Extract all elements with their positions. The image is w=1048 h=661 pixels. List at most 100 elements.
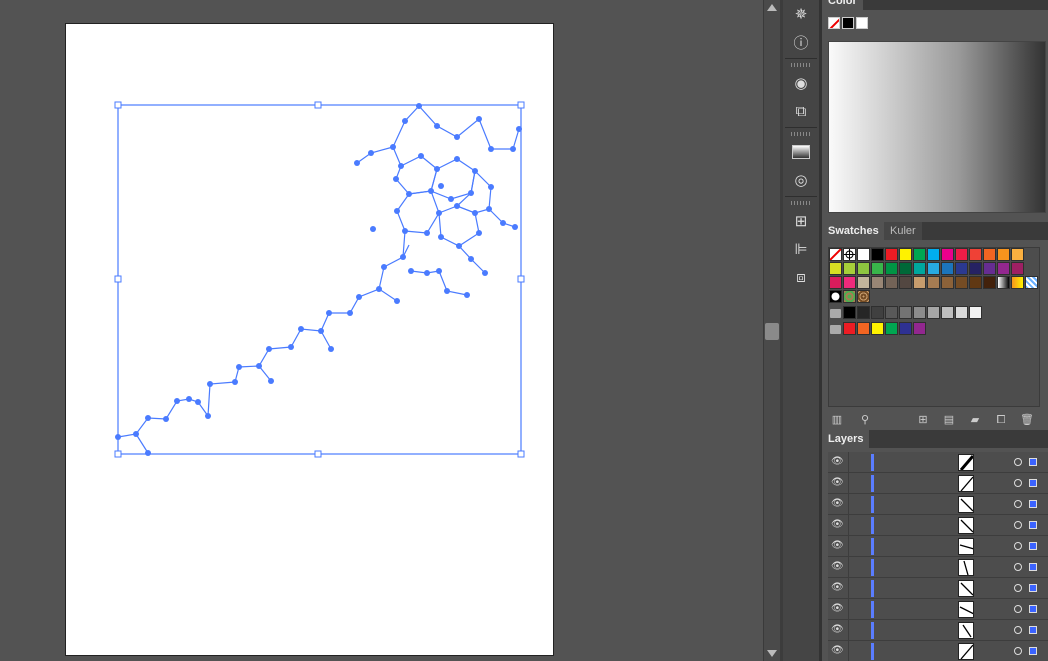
swatch[interactable] <box>885 306 898 319</box>
selection-indicator[interactable] <box>1029 647 1037 655</box>
swatch[interactable] <box>955 276 968 289</box>
lock-toggle[interactable] <box>848 557 849 578</box>
target-circle-icon[interactable] <box>1014 626 1022 634</box>
swatch[interactable] <box>871 262 884 275</box>
visibility-eye-icon[interactable]: 👁 <box>831 583 844 593</box>
color-panel-tab[interactable]: Color <box>822 0 863 10</box>
color-group-folder-icon[interactable] <box>830 325 841 334</box>
selection-indicator[interactable] <box>1029 626 1037 634</box>
swatch[interactable] <box>829 276 842 289</box>
swatch[interactable] <box>1011 276 1024 289</box>
swatch[interactable] <box>997 248 1010 261</box>
visibility-eye-icon[interactable]: 👁 <box>831 604 844 614</box>
scroll-thumb[interactable] <box>765 323 779 340</box>
lock-toggle[interactable] <box>848 452 849 473</box>
swatch[interactable] <box>843 276 856 289</box>
swatch[interactable] <box>857 248 870 261</box>
canvas-vertical-scrollbar[interactable] <box>763 0 781 661</box>
visibility-eye-icon[interactable]: 👁 <box>831 625 844 635</box>
info-icon[interactable]: ⓘ <box>789 31 813 53</box>
lock-toggle[interactable] <box>848 515 849 536</box>
swatch[interactable] <box>871 276 884 289</box>
target-circle-icon[interactable] <box>1014 521 1022 529</box>
target-circle-icon[interactable] <box>1014 458 1022 466</box>
layer-row[interactable]: 👁 <box>828 557 1048 578</box>
visibility-eye-icon[interactable]: 👁 <box>831 646 844 656</box>
swatch[interactable] <box>829 290 842 303</box>
layer-row[interactable]: 👁 <box>828 578 1048 599</box>
transparency-icon[interactable]: ◎ <box>789 169 813 191</box>
target-circle-icon[interactable] <box>1014 647 1022 655</box>
swatch[interactable] <box>1011 262 1024 275</box>
swatch[interactable] <box>941 248 954 261</box>
show-swatch-kinds-icon[interactable]: ⊞ <box>916 413 930 427</box>
artboards-icon[interactable]: ⊞ <box>789 210 813 232</box>
swatch[interactable] <box>941 262 954 275</box>
swatch[interactable] <box>843 248 856 261</box>
swatch[interactable] <box>969 276 982 289</box>
black-swatch[interactable] <box>842 17 854 29</box>
new-swatch-icon[interactable]: ⧠ <box>994 413 1008 427</box>
layer-row[interactable]: 👁 <box>828 620 1048 641</box>
swatch[interactable] <box>899 306 912 319</box>
layer-row[interactable]: 👁 <box>828 641 1048 661</box>
swatch[interactable] <box>913 262 926 275</box>
visibility-eye-icon[interactable]: 👁 <box>831 499 844 509</box>
swatch[interactable] <box>899 262 912 275</box>
transform-icon[interactable]: ⧉ <box>789 100 813 122</box>
target-circle-icon[interactable] <box>1014 563 1022 571</box>
swatch[interactable] <box>1025 276 1038 289</box>
swatch[interactable] <box>1011 248 1024 261</box>
visibility-eye-icon[interactable]: 👁 <box>831 457 844 467</box>
visibility-eye-icon[interactable]: 👁 <box>831 541 844 551</box>
swatch[interactable] <box>829 248 842 261</box>
swatch[interactable] <box>983 262 996 275</box>
swatch[interactable] <box>983 248 996 261</box>
new-color-group-icon[interactable]: ▰ <box>968 413 982 427</box>
swatch[interactable] <box>955 306 968 319</box>
visibility-eye-icon[interactable]: 👁 <box>831 520 844 530</box>
swatch[interactable] <box>955 248 968 261</box>
swatch[interactable] <box>913 322 926 335</box>
selection-indicator[interactable] <box>1029 584 1037 592</box>
selection-indicator[interactable] <box>1029 458 1037 466</box>
layer-row[interactable]: 👁 <box>828 473 1048 494</box>
color-guide-icon[interactable]: ✵ <box>789 3 813 25</box>
target-circle-icon[interactable] <box>1014 542 1022 550</box>
swatch[interactable] <box>885 262 898 275</box>
swatch[interactable] <box>871 306 884 319</box>
swatch[interactable] <box>941 276 954 289</box>
swatch[interactable] <box>913 306 926 319</box>
swatch[interactable] <box>885 248 898 261</box>
document-canvas[interactable] <box>0 0 763 661</box>
lock-toggle[interactable] <box>848 536 849 557</box>
tab-kuler[interactable]: Kuler <box>884 222 922 240</box>
color-group-folder-icon[interactable] <box>830 309 841 318</box>
color-spectrum[interactable] <box>828 41 1046 213</box>
visibility-eye-icon[interactable]: 👁 <box>831 562 844 572</box>
swatch[interactable] <box>843 322 856 335</box>
swatch-options-icon[interactable]: ▤ <box>942 413 956 427</box>
swatch[interactable] <box>997 262 1010 275</box>
swatch[interactable] <box>843 306 856 319</box>
scroll-down-arrow-icon[interactable] <box>767 650 777 657</box>
selected-artwork[interactable] <box>66 24 555 657</box>
delete-swatch-icon[interactable]: 🗑 <box>1020 413 1034 427</box>
selection-indicator[interactable] <box>1029 542 1037 550</box>
align-icon[interactable]: ⊫ <box>789 238 813 260</box>
lock-toggle[interactable] <box>848 599 849 620</box>
layer-row[interactable]: 👁 <box>828 599 1048 620</box>
swatch[interactable] <box>899 322 912 335</box>
swatch[interactable] <box>899 248 912 261</box>
swatch[interactable] <box>857 322 870 335</box>
swatch[interactable] <box>913 248 926 261</box>
swatch[interactable] <box>899 276 912 289</box>
swatch[interactable] <box>927 306 940 319</box>
swatch[interactable] <box>941 306 954 319</box>
swatch[interactable] <box>969 248 982 261</box>
artboard[interactable] <box>65 23 554 656</box>
target-circle-icon[interactable] <box>1014 584 1022 592</box>
lock-toggle[interactable] <box>848 641 849 661</box>
layer-row[interactable]: 👁 <box>828 494 1048 515</box>
white-swatch[interactable] <box>856 17 868 29</box>
